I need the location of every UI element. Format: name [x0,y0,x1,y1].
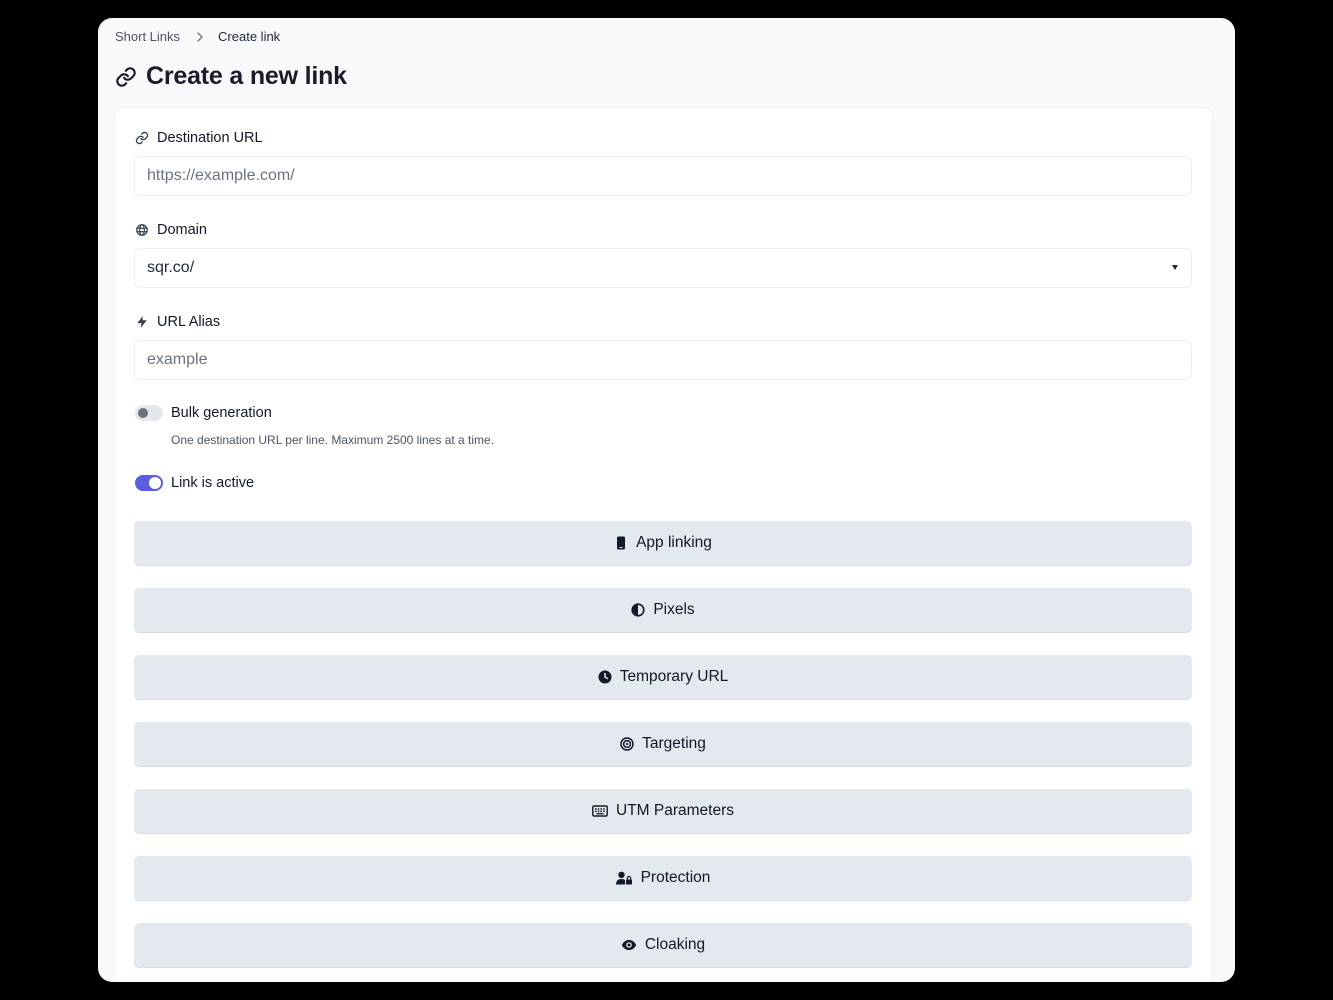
app-linking-button[interactable]: App linking [134,521,1192,565]
chevron-right-icon [194,31,206,43]
user-lock-icon [615,871,633,885]
link-icon [135,131,149,145]
utm-parameters-label: UTM Parameters [616,802,734,819]
eye-icon [621,938,637,952]
link-active-label: Link is active [171,475,255,491]
app-window: Short Links Create link Create a new lin… [98,18,1235,982]
temporary-url-label: Temporary URL [619,668,729,685]
domain-label-text: Domain [157,222,207,238]
create-link-form: Destination URL https://example.com/ Dom… [115,108,1212,982]
app-linking-label: App linking [636,534,712,551]
toggle-knob [149,477,161,489]
bulk-generation-label: Bulk generation [171,405,272,421]
temporary-url-button[interactable]: Temporary URL [134,655,1192,699]
link-active-row: Link is active [135,475,254,491]
page-header: Create a new link [115,62,347,91]
toggle-knob [138,408,148,418]
globe-icon [135,223,149,237]
domain-select[interactable]: sqr.co/ [134,248,1192,288]
page-title: Create a new link [146,62,347,90]
link-active-toggle[interactable] [135,475,163,491]
cloaking-label: Cloaking [644,936,706,953]
url-alias-input[interactable]: example [134,340,1192,380]
url-alias-label-text: URL Alias [157,314,221,330]
destination-url-label-text: Destination URL [157,130,263,146]
protection-button[interactable]: Protection [134,856,1192,900]
domain-selected-value: sqr.co/ [147,259,195,276]
breadcrumb-current: Create link [218,29,281,44]
mobile-icon [614,536,628,550]
breadcrumb: Short Links Create link [115,29,280,44]
bulk-generation-toggle[interactable] [135,405,163,421]
bolt-icon [135,315,149,329]
url-alias-label: URL Alias [135,314,220,330]
bulk-generation-helper: One destination URL per line. Maximum 25… [171,433,495,447]
destination-url-input[interactable]: https://example.com/ [134,156,1192,196]
bulk-generation-row: Bulk generation [135,405,272,421]
clock-icon [598,670,612,684]
pixels-button[interactable]: Pixels [134,588,1192,632]
pixels-label: Pixels [653,601,695,618]
targeting-button[interactable]: Targeting [134,722,1192,766]
keyboard-icon [592,804,608,818]
destination-url-label: Destination URL [135,130,263,146]
targeting-label: Targeting [642,735,706,752]
caret-down-icon [1172,265,1178,270]
breadcrumb-short-links[interactable]: Short Links [115,29,180,44]
link-icon [115,66,137,88]
cloaking-button[interactable]: Cloaking [134,923,1192,967]
half-circle-icon [631,603,645,617]
utm-parameters-button[interactable]: UTM Parameters [134,789,1192,833]
domain-label: Domain [135,222,207,238]
target-icon [620,737,634,751]
protection-label: Protection [640,869,711,886]
